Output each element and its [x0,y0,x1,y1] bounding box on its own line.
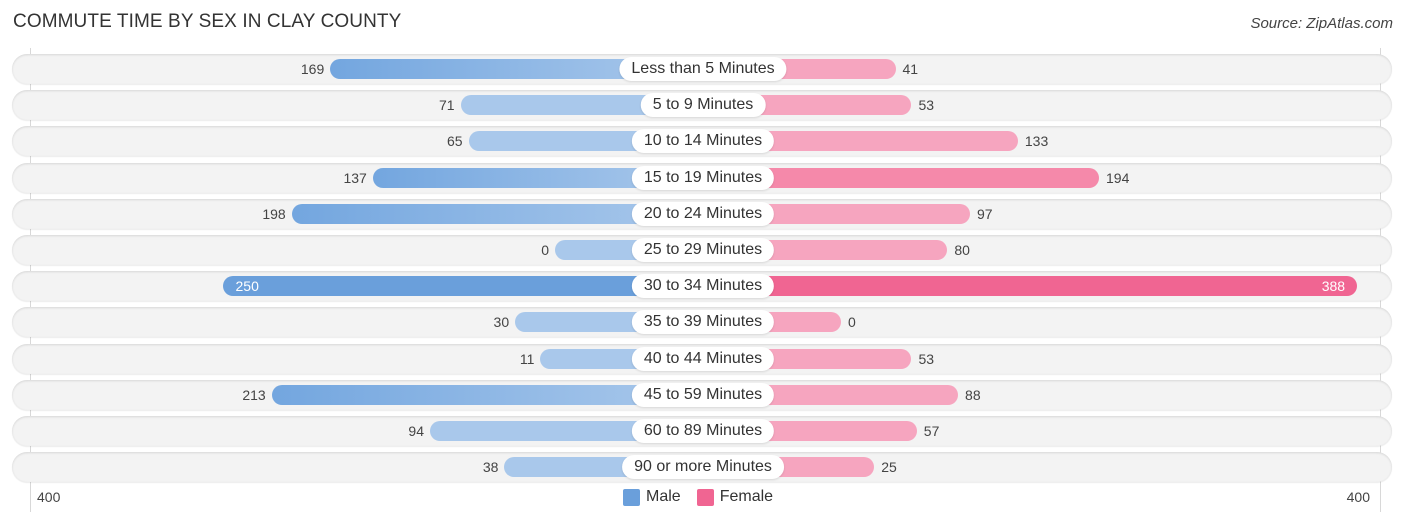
category-label: 60 to 89 Minutes [631,419,775,443]
legend-swatch-female [696,488,714,506]
female-value-label: 53 [918,350,935,367]
category-label: 5 to 9 Minutes [640,93,766,118]
male-value-label: 137 [343,169,367,186]
category-label: Less than 5 Minutes [619,57,787,81]
source-label: Source: ZipAtlas.com [1250,15,1393,32]
male-value-label: 30 [493,314,510,331]
male-value-label: 0 [541,242,549,258]
female-value-label: 53 [918,97,935,114]
legend-label-female: Female [719,488,774,505]
male-value-label: 198 [262,205,286,222]
female-value-label: 133 [1024,133,1049,150]
male-value-label: 65 [446,133,463,150]
male-value-label: 94 [408,423,424,439]
male-value-label: 11 [519,350,535,367]
category-label: 40 to 44 Minutes [631,346,775,371]
legend: Male Female [623,488,781,506]
male-value-label: 250 [235,278,259,295]
category-label: 15 to 19 Minutes [631,165,775,190]
category-label: 20 to 24 Minutes [631,201,775,226]
female-value-label: 88 [965,386,981,403]
male-value-label: 169 [300,61,325,77]
category-label: 90 or more Minutes [622,455,784,480]
legend-label-male: Male [646,488,681,505]
female-value-label: 80 [954,242,970,258]
chart-title: COMMUTE TIME BY SEX IN CLAY COUNTY [13,11,402,32]
legend-swatch-male [623,488,640,506]
male-bar [222,276,698,297]
male-value-label: 71 [439,97,455,114]
female-value-label: 97 [977,205,993,222]
female-bar [698,276,1358,297]
left-axis-tick: 400 [37,489,61,505]
male-value-label: 213 [242,386,266,403]
female-value-label: 0 [848,314,856,331]
category-label: 30 to 34 Minutes [631,274,775,299]
legend-item-female: Female [696,488,774,506]
female-value-label: 57 [923,423,940,439]
female-value-label: 388 [1321,278,1346,295]
category-label: 45 to 59 Minutes [631,382,775,407]
category-label: 10 to 14 Minutes [631,129,775,154]
female-value-label: 41 [902,61,919,77]
category-label: 25 to 29 Minutes [631,238,775,262]
female-value-label: 194 [1106,169,1130,186]
male-value-label: 38 [482,459,499,476]
female-value-label: 25 [881,459,897,476]
legend-item-male: Male [623,488,681,506]
right-axis-tick: 400 [1346,489,1370,505]
category-label: 35 to 39 Minutes [631,310,775,335]
